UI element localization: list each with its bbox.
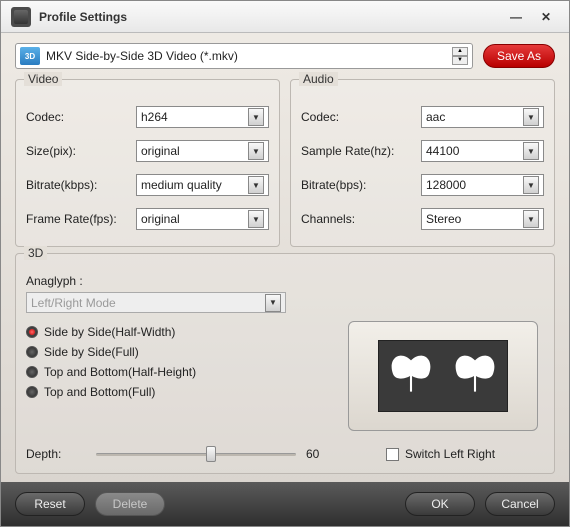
reset-button[interactable]: Reset [15,492,85,516]
3d-mode-radios: Side by Side(Half-Width) Side by Side(Fu… [26,321,196,431]
depth-label: Depth: [26,447,86,461]
cancel-button[interactable]: Cancel [485,492,555,516]
anaglyph-label: Anaglyph : [26,274,544,288]
radio-dot-icon [26,346,38,358]
audio-samplerate-select[interactable]: 44100▼ [421,140,544,162]
radio-dot-icon [26,386,38,398]
chevron-down-icon[interactable]: ▼ [452,56,468,65]
chevron-down-icon: ▼ [523,176,539,194]
title-bar: Profile Settings — ✕ [1,1,569,33]
chevron-up-icon[interactable]: ▲ [452,47,468,56]
audio-legend: Audio [299,72,338,86]
radio-top-bottom-half[interactable]: Top and Bottom(Half-Height) [26,365,196,379]
video-size-select[interactable]: original▼ [136,140,269,162]
delete-button: Delete [95,492,165,516]
video-framerate-label: Frame Rate(fps): [26,212,136,226]
audio-bitrate-select[interactable]: 128000▼ [421,174,544,196]
chevron-down-icon: ▼ [523,108,539,126]
video-size-label: Size(pix): [26,144,136,158]
radio-dot-icon [26,366,38,378]
depth-value: 60 [306,447,336,461]
profile-row: 3D MKV Side-by-Side 3D Video (*.mkv) ▲ ▼… [1,33,569,75]
audio-group: Audio Codec: aac▼ Sample Rate(hz): 44100… [290,79,555,247]
ok-button[interactable]: OK [405,492,475,516]
chevron-down-icon: ▼ [523,210,539,228]
footer-bar: Reset Delete OK Cancel [1,482,569,526]
switch-left-right-checkbox[interactable]: Switch Left Right [386,447,495,461]
audio-channels-label: Channels: [301,212,421,226]
profile-3d-icon: 3D [20,47,40,65]
butterfly-right-icon [443,341,507,411]
checkbox-icon [386,448,399,461]
profile-settings-dialog: Profile Settings — ✕ 3D MKV Side-by-Side… [0,0,570,527]
video-codec-select[interactable]: h264▼ [136,106,269,128]
video-bitrate-label: Bitrate(kbps): [26,178,136,192]
chevron-down-icon: ▼ [248,210,264,228]
profile-select[interactable]: 3D MKV Side-by-Side 3D Video (*.mkv) ▲ ▼ [15,43,473,69]
video-framerate-select[interactable]: original▼ [136,208,269,230]
slider-thumb[interactable] [206,446,216,462]
slider-track [96,453,296,456]
depth-slider[interactable] [96,445,296,463]
profile-selected-text: MKV Side-by-Side 3D Video (*.mkv) [46,49,452,63]
audio-codec-select[interactable]: aac▼ [421,106,544,128]
preview-inner [378,340,508,412]
video-group: Video Codec: h264▼ Size(pix): original▼ … [15,79,280,247]
chevron-down-icon: ▼ [248,108,264,126]
anaglyph-select: Left/Right Mode ▼ [26,292,286,313]
3d-legend: 3D [24,246,47,260]
audio-codec-label: Codec: [301,110,421,124]
chevron-down-icon: ▼ [248,176,264,194]
3d-group: 3D Anaglyph : Left/Right Mode ▼ Side by … [15,253,555,474]
audio-samplerate-label: Sample Rate(hz): [301,144,421,158]
radio-top-bottom-full[interactable]: Top and Bottom(Full) [26,385,196,399]
video-bitrate-select[interactable]: medium quality▼ [136,174,269,196]
window-title: Profile Settings [39,10,499,24]
chevron-down-icon: ▼ [523,142,539,160]
video-legend: Video [24,72,62,86]
chevron-down-icon: ▼ [248,142,264,160]
butterfly-left-icon [379,341,443,411]
radio-side-by-side-half[interactable]: Side by Side(Half-Width) [26,325,196,339]
app-icon [11,7,31,27]
minimize-button[interactable]: — [503,8,529,26]
profile-spinner[interactable]: ▲ ▼ [452,47,468,65]
video-codec-label: Codec: [26,110,136,124]
close-button[interactable]: ✕ [533,8,559,26]
radio-side-by-side-full[interactable]: Side by Side(Full) [26,345,196,359]
audio-bitrate-label: Bitrate(bps): [301,178,421,192]
3d-preview [348,321,538,431]
radio-dot-icon [26,326,38,338]
audio-channels-select[interactable]: Stereo▼ [421,208,544,230]
save-as-button[interactable]: Save As [483,44,555,68]
chevron-down-icon: ▼ [265,294,281,312]
